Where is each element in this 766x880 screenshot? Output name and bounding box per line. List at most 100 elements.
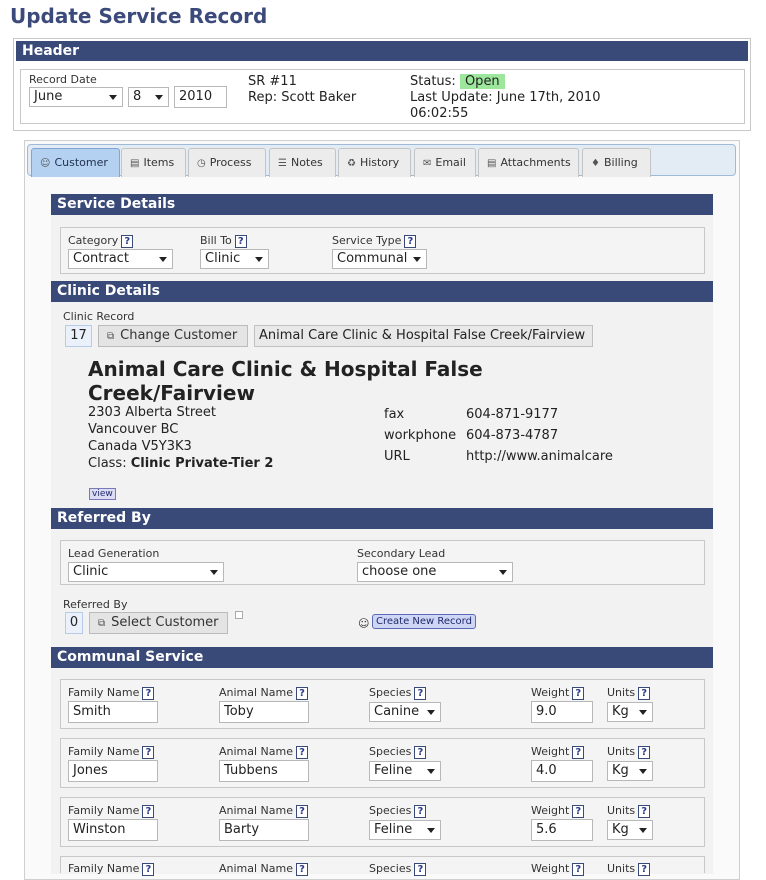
view-button[interactable]: view (89, 488, 116, 500)
animal-name-input[interactable]: Toby (219, 701, 309, 723)
weight-input[interactable]: 4.0 (531, 760, 593, 782)
units-select[interactable]: Kg (607, 820, 653, 840)
help-icon[interactable]: ? (414, 804, 427, 818)
tab-email[interactable]: ✉ Email (414, 148, 476, 177)
units-label: Units? (607, 686, 651, 700)
header-section: Header (13, 38, 751, 131)
family-name-input[interactable]: Jones (68, 760, 158, 782)
help-icon[interactable]: ? (296, 745, 309, 759)
tab-history[interactable]: ♻ History (338, 148, 411, 177)
species-label: Species? (369, 686, 427, 700)
species-label-text: Species (369, 862, 412, 875)
url-value[interactable]: http://www.animalcare (466, 449, 613, 464)
service-type-select[interactable]: Communal (332, 249, 427, 269)
family-name-label-text: Family Name (68, 862, 140, 875)
popup-icon: ⧉ (98, 618, 106, 629)
help-icon[interactable]: ? (572, 745, 585, 759)
tab-billing[interactable]: ♦ Billing (582, 148, 651, 177)
help-icon[interactable]: ? (142, 804, 155, 818)
weight-label-text: Weight (531, 804, 570, 817)
units-label-text: Units (607, 804, 636, 817)
help-icon[interactable]: ? (142, 745, 155, 759)
tab-attachments[interactable]: ▤ Attachments (478, 148, 579, 177)
clinic-address-line3: Canada V5Y3K3 (88, 439, 192, 454)
items-icon: ▤ (130, 158, 140, 169)
species-select[interactable]: Feline (369, 820, 441, 840)
sr-number: SR #11 (248, 74, 297, 89)
tab-label: Email (435, 156, 466, 169)
family-name-input[interactable]: Winston (68, 819, 158, 841)
weight-label: Weight? (531, 686, 585, 700)
help-icon[interactable]: ? (296, 804, 309, 818)
tab-process[interactable]: ◷ Process (188, 148, 266, 177)
secondary-lead-select[interactable]: choose one (357, 562, 513, 582)
help-icon[interactable]: ? (572, 862, 585, 876)
help-icon[interactable]: ? (638, 745, 651, 759)
help-icon[interactable]: ? (638, 804, 651, 818)
species-select[interactable]: Canine (369, 702, 441, 722)
help-icon[interactable]: ? (414, 862, 427, 876)
help-icon[interactable]: ? (121, 234, 134, 248)
page-title: Update Service Record (10, 4, 268, 28)
help-icon[interactable]: ? (572, 686, 585, 700)
units-label: Units? (607, 745, 651, 759)
status-label: Status: (410, 74, 456, 89)
workphone-value: 604-873-4787 (466, 428, 559, 443)
help-icon[interactable]: ? (414, 745, 427, 759)
help-icon[interactable]: ? (234, 234, 247, 248)
service-type-label-text: Service Type (332, 234, 402, 247)
lead-generation-select[interactable]: Clinic (68, 562, 224, 582)
help-icon[interactable]: ? (572, 804, 585, 818)
change-customer-button[interactable]: ⧉ Change Customer (98, 325, 248, 347)
family-name-label: Family Name? (68, 804, 155, 818)
tab-label: Process (209, 156, 252, 169)
animal-name-label: Animal Name? (219, 862, 309, 876)
tab-items[interactable]: ▤ Items (121, 148, 186, 177)
referred-by-checkbox[interactable] (235, 611, 243, 619)
bill-to-label-text: Bill To (200, 234, 232, 247)
help-icon[interactable]: ? (638, 862, 651, 876)
family-name-label: Family Name? (68, 745, 155, 759)
units-label-text: Units (607, 686, 636, 699)
help-icon[interactable]: ? (296, 862, 309, 876)
units-select[interactable]: Kg (607, 702, 653, 722)
last-update-time: 06:02:55 (410, 106, 469, 121)
month-select[interactable]: June (29, 87, 123, 107)
family-name-input[interactable]: Smith (68, 701, 158, 723)
bill-to-label: Bill To? (200, 234, 247, 248)
year-input[interactable]: 2010 (174, 86, 227, 108)
weight-input[interactable]: 9.0 (531, 701, 593, 723)
weight-input[interactable]: 5.6 (531, 819, 593, 841)
help-icon[interactable]: ? (142, 686, 155, 700)
help-icon[interactable]: ? (404, 234, 417, 248)
help-icon[interactable]: ? (638, 686, 651, 700)
category-select[interactable]: Contract (68, 249, 173, 269)
referred-by-bar: Referred By (51, 508, 713, 529)
animal-name-input[interactable]: Barty (219, 819, 309, 841)
tab-customer[interactable]: ☺ Customer (31, 148, 120, 177)
create-new-record-button[interactable]: Create New Record (372, 614, 476, 629)
attachments-icon: ▤ (487, 158, 497, 169)
clinic-record-name: Animal Care Clinic & Hospital False Cree… (254, 325, 593, 347)
help-icon[interactable]: ? (142, 862, 155, 876)
bill-to-select[interactable]: Clinic (200, 249, 269, 269)
tab-notes[interactable]: ☰ Notes (269, 148, 336, 177)
person-icon: ☺ (40, 158, 51, 169)
help-icon[interactable]: ? (296, 686, 309, 700)
day-select[interactable]: 8 (128, 87, 169, 107)
units-label: Units? (607, 862, 651, 876)
tab-strip: ☺ Customer ▤ Items ◷ Process ☰ Notes ♻ Histor… (27, 144, 736, 177)
clinic-class: Class: Clinic Private-Tier 2 (88, 456, 273, 471)
notes-icon: ☰ (278, 158, 287, 169)
species-select[interactable]: Feline (369, 761, 441, 781)
select-customer-button[interactable]: ⧉ Select Customer (89, 612, 228, 634)
animal-name-input[interactable]: Tubbens (219, 760, 309, 782)
clinic-name: Animal Care Clinic & Hospital False Cree… (88, 357, 483, 405)
clinic-address-line1: 2303 Alberta Street (88, 405, 217, 420)
help-icon[interactable]: ? (414, 686, 427, 700)
animal-name-label-text: Animal Name (219, 745, 294, 758)
units-label: Units? (607, 804, 651, 818)
tag-icon: ♦ (591, 158, 600, 169)
select-customer-label: Select Customer (111, 615, 219, 630)
units-select[interactable]: Kg (607, 761, 653, 781)
